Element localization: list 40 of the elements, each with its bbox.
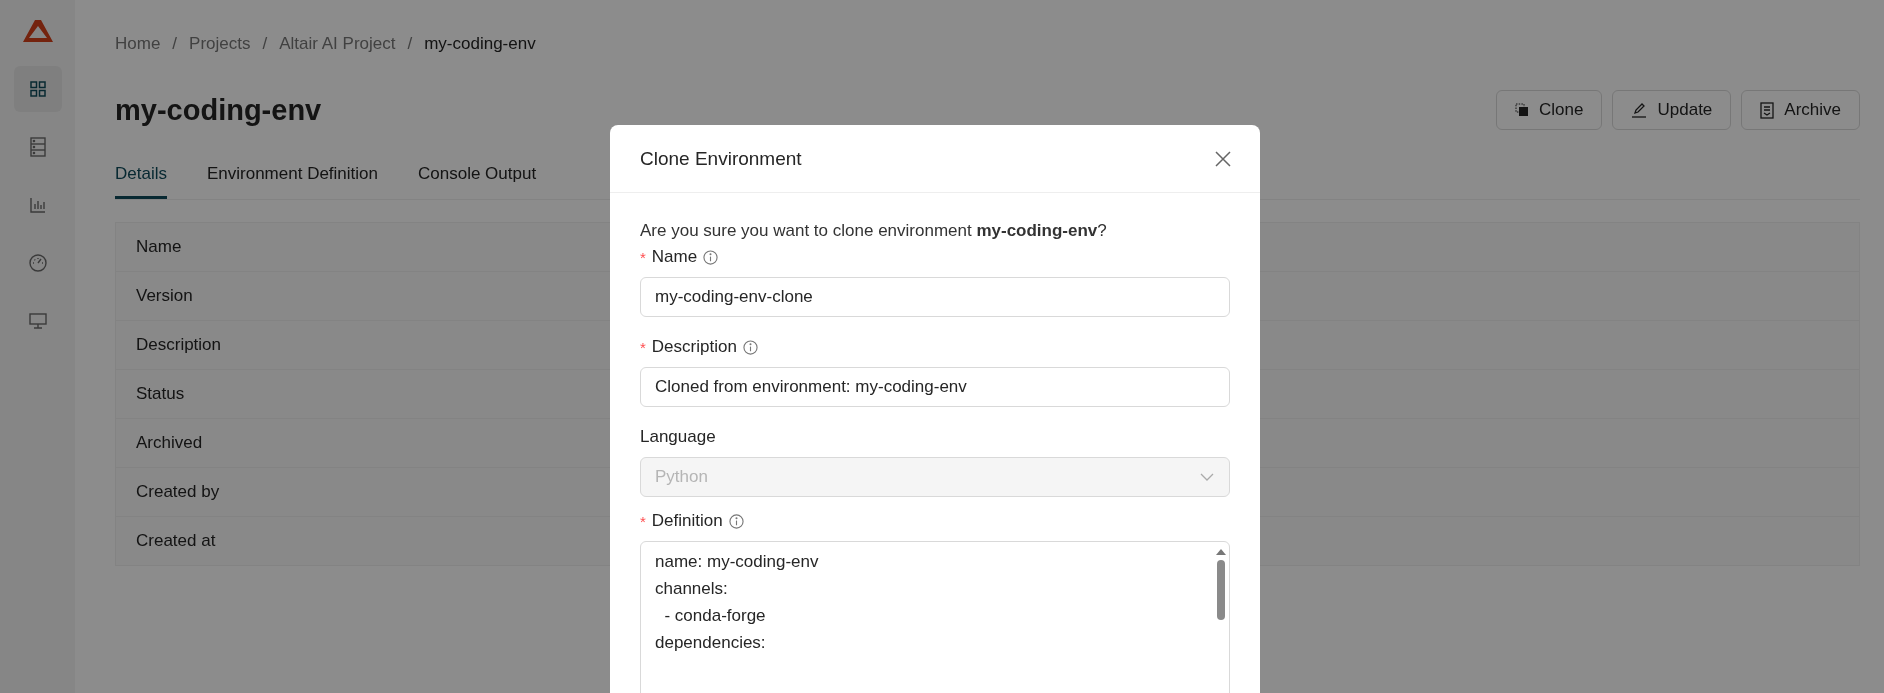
- text-field[interactable]: my-coding-env-clone: [640, 277, 1230, 317]
- field-label: Description: [651, 337, 737, 357]
- code-editor[interactable]: name: my-coding-env channels: - conda-forge dependencies:: [640, 541, 1230, 693]
- scrollbar-thumb[interactable]: [1217, 560, 1225, 620]
- scroll-up-icon[interactable]: [1215, 548, 1227, 556]
- required-mark: *: [640, 248, 646, 266]
- tab[interactable]: Environment Definition: [206, 156, 378, 199]
- copy-icon: [1515, 103, 1530, 117]
- pencil-icon: [1631, 102, 1648, 118]
- clone-button[interactable]: Clone: [1496, 90, 1603, 130]
- breadcrumb-separator: /: [262, 34, 268, 54]
- breadcrumb-link[interactable]: my-coding-env: [424, 34, 536, 54]
- server-icon: [28, 137, 47, 157]
- required-mark: *: [640, 338, 646, 356]
- breadcrumb-separator: /: [172, 34, 178, 54]
- dialog-title: Clone Environment: [640, 147, 802, 170]
- text-field[interactable]: Cloned from environment: my-coding-env: [640, 367, 1230, 407]
- close-button[interactable]: [1214, 149, 1232, 168]
- breadcrumb-link[interactable]: Projects: [189, 34, 251, 54]
- sidebar-item[interactable]: [13, 66, 62, 112]
- update-button[interactable]: Update: [1612, 90, 1732, 130]
- monitor-icon: [27, 312, 48, 330]
- tab[interactable]: Details: [115, 156, 167, 199]
- code-line: channels:: [655, 578, 729, 600]
- grid-icon: [28, 80, 47, 98]
- breadcrumb-separator: /: [407, 34, 413, 54]
- page-title: my-coding-env: [115, 93, 322, 127]
- field-label: Language: [640, 427, 716, 447]
- document-icon: [1760, 101, 1775, 119]
- gauge-icon: [27, 253, 48, 273]
- tab[interactable]: Console Output: [418, 156, 537, 199]
- field-label: Name: [651, 247, 698, 267]
- code-line: dependencies:: [655, 632, 767, 654]
- breadcrumb-link[interactable]: Home: [115, 34, 161, 54]
- code-line: - conda-forge: [663, 605, 767, 627]
- chevron-down-icon: [1199, 472, 1215, 482]
- breadcrumb-link[interactable]: Altair AI Project: [279, 34, 396, 54]
- archive-button[interactable]: Archive: [1741, 90, 1860, 130]
- confirmation-text: Are you sure you want to clone environment my-coding-env?: [640, 221, 1108, 241]
- bar-chart-icon: [28, 196, 47, 214]
